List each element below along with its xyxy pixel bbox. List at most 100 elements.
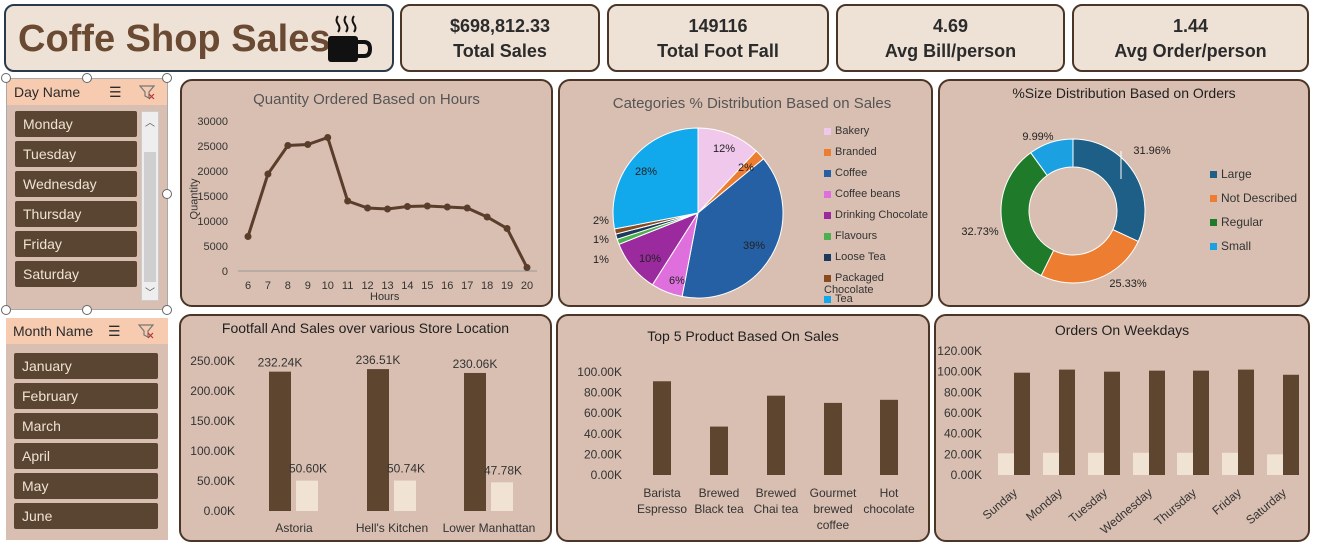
x-tick-label: chocolate	[863, 502, 915, 516]
bar-product-sales	[710, 426, 728, 475]
pie-slice	[612, 127, 699, 230]
bar-product-sales	[767, 395, 785, 475]
bar-series-dark	[1059, 369, 1075, 475]
dashboard-title: Coffe Shop Sales	[18, 18, 331, 60]
slicer-item-june[interactable]: June	[14, 503, 158, 529]
bar-footfall	[269, 371, 291, 511]
month-name-slicer[interactable]: Month Name ☰ January February March Apri…	[6, 318, 168, 540]
data-point	[284, 142, 292, 149]
pie-data-label: 2%	[593, 215, 609, 227]
multi-select-icon[interactable]: ☰	[108, 323, 121, 340]
clear-filter-icon[interactable]	[139, 84, 155, 100]
resize-handle[interactable]	[162, 73, 172, 83]
scrollbar-thumb[interactable]	[144, 152, 156, 282]
slicer-item-january[interactable]: January	[14, 353, 158, 379]
y-tick-label: 20.00K	[944, 447, 982, 461]
slicer-item-february[interactable]: February	[14, 383, 158, 409]
x-tick-label: 18	[481, 280, 493, 292]
y-tick-label: 0	[222, 266, 228, 278]
bar-data-label: 50.74K	[387, 462, 425, 476]
slicer-item-april[interactable]: April	[14, 443, 158, 469]
slicer-item-wednesday[interactable]: Wednesday	[15, 171, 137, 197]
y-tick-label: 100.00K	[190, 444, 235, 458]
data-point	[523, 264, 531, 271]
donut-data-label: 25.33%	[1109, 278, 1147, 290]
x-tick-label: Gourmet	[810, 486, 857, 500]
size-donut-chart: %Size Distribution Based on Orders 31.96…	[938, 79, 1310, 307]
kpi-value: $698,812.33	[449, 16, 551, 36]
x-tick-label: 12	[361, 280, 373, 292]
x-tick-label: 11	[342, 280, 353, 292]
data-point	[304, 141, 312, 148]
data-point	[344, 197, 352, 205]
x-tick-label: 10	[322, 280, 334, 292]
legend-item: Not Described	[1210, 191, 1297, 205]
y-tick-label: 100.00K	[937, 365, 982, 379]
y-tick-label: 100.00K	[577, 365, 622, 379]
resize-handle[interactable]	[1, 73, 11, 83]
bar-series-dark	[1193, 370, 1209, 475]
store-location-bar-chart: Footfall And Sales over various Store Lo…	[179, 314, 552, 542]
slicer-item-friday[interactable]: Friday	[15, 231, 137, 257]
x-tick-label: Friday	[1209, 486, 1244, 518]
data-point	[244, 233, 252, 240]
bar-plot: 120.00K 100.00K 80.00K 60.00K 40.00K 20.00K 0.…	[937, 344, 1299, 537]
y-tick-label: 60.00K	[944, 406, 982, 420]
bar-data-label: 230.06K	[453, 357, 498, 371]
legend-item: Bakery	[824, 125, 869, 137]
slicer-scrollbar[interactable]: ︿ ﹀	[141, 111, 159, 301]
data-point	[384, 205, 391, 213]
y-tick-label: 15000	[197, 191, 228, 203]
bar-plot: 100.00K 80.00K 60.00K 40.00K 20.00K 0.00K Bari…	[577, 365, 915, 532]
y-tick-label: 20.00K	[584, 447, 622, 461]
pie-data-label: 1%	[593, 254, 609, 266]
kpi-avg-order: 1.44 Avg Order/person	[1072, 4, 1309, 72]
resize-handle[interactable]	[162, 189, 172, 199]
coffee-cup-icon	[328, 15, 373, 62]
bar-sales	[491, 482, 513, 511]
y-tick-label: 0.00K	[591, 468, 622, 482]
legend-item: Regular	[1210, 215, 1263, 229]
resize-handle[interactable]	[82, 73, 92, 83]
slicer-item-tuesday[interactable]: Tuesday	[15, 141, 137, 167]
pie-data-label: 6%	[669, 275, 685, 287]
category-pie-chart: Categories % Distribution Based on Sales…	[558, 79, 933, 307]
y-tick-label: 40.00K	[944, 427, 982, 441]
resize-handle[interactable]	[82, 305, 92, 315]
multi-select-icon[interactable]: ☰	[109, 84, 122, 101]
y-tick-label: 30000	[197, 116, 228, 128]
scroll-up-icon[interactable]: ︿	[145, 114, 155, 129]
slicer-item-march[interactable]: March	[14, 413, 158, 439]
data-point	[264, 170, 272, 178]
y-tick-label: 25000	[197, 141, 228, 153]
y-tick-label: 150.00K	[190, 414, 235, 428]
x-tick-label: 13	[381, 280, 393, 292]
pie-data-label: 39%	[743, 240, 765, 252]
x-tick-label: Barista	[643, 486, 681, 500]
slicer-item-thursday[interactable]: Thursday	[15, 201, 137, 227]
data-point	[463, 204, 471, 212]
x-tick-label: Hot	[880, 486, 899, 500]
kpi-avg-bill: 4.69 Avg Bill/person	[836, 4, 1065, 72]
weekday-orders-bar-chart: Orders On Weekdays 120.00K 100.00K 80.00K 6…	[934, 314, 1310, 542]
slicer-item-may[interactable]: May	[14, 473, 158, 499]
hours-line-chart: Quantity Ordered Based on Hours Hours Qu…	[180, 79, 553, 307]
x-tick-label: Brewed	[699, 486, 740, 500]
y-tick-label: 200.00K	[190, 384, 235, 398]
day-name-slicer[interactable]: Day Name ☰ Monday Tuesday Wednesday Thur…	[6, 78, 168, 310]
series-line	[246, 135, 529, 269]
y-tick-label: 120.00K	[937, 344, 982, 358]
kpi-label: Avg Order/person	[1114, 41, 1267, 61]
line-plot: 30000 25000 20000 15000 10000 5000 0 6 7 8 9 10 11 12…	[197, 116, 537, 292]
resize-handle[interactable]	[162, 305, 172, 315]
data-point	[403, 203, 411, 210]
scroll-down-icon[interactable]: ﹀	[145, 284, 155, 299]
slicer-item-saturday[interactable]: Saturday	[15, 261, 137, 287]
y-tick-label: 60.00K	[584, 406, 622, 420]
legend-item: Small	[1210, 239, 1251, 253]
legend-item: Coffee beans	[824, 188, 900, 200]
resize-handle[interactable]	[1, 305, 11, 315]
slicer-item-monday[interactable]: Monday	[15, 111, 137, 137]
clear-filter-icon[interactable]	[138, 323, 154, 339]
y-tick-label: 0.00K	[951, 468, 982, 482]
